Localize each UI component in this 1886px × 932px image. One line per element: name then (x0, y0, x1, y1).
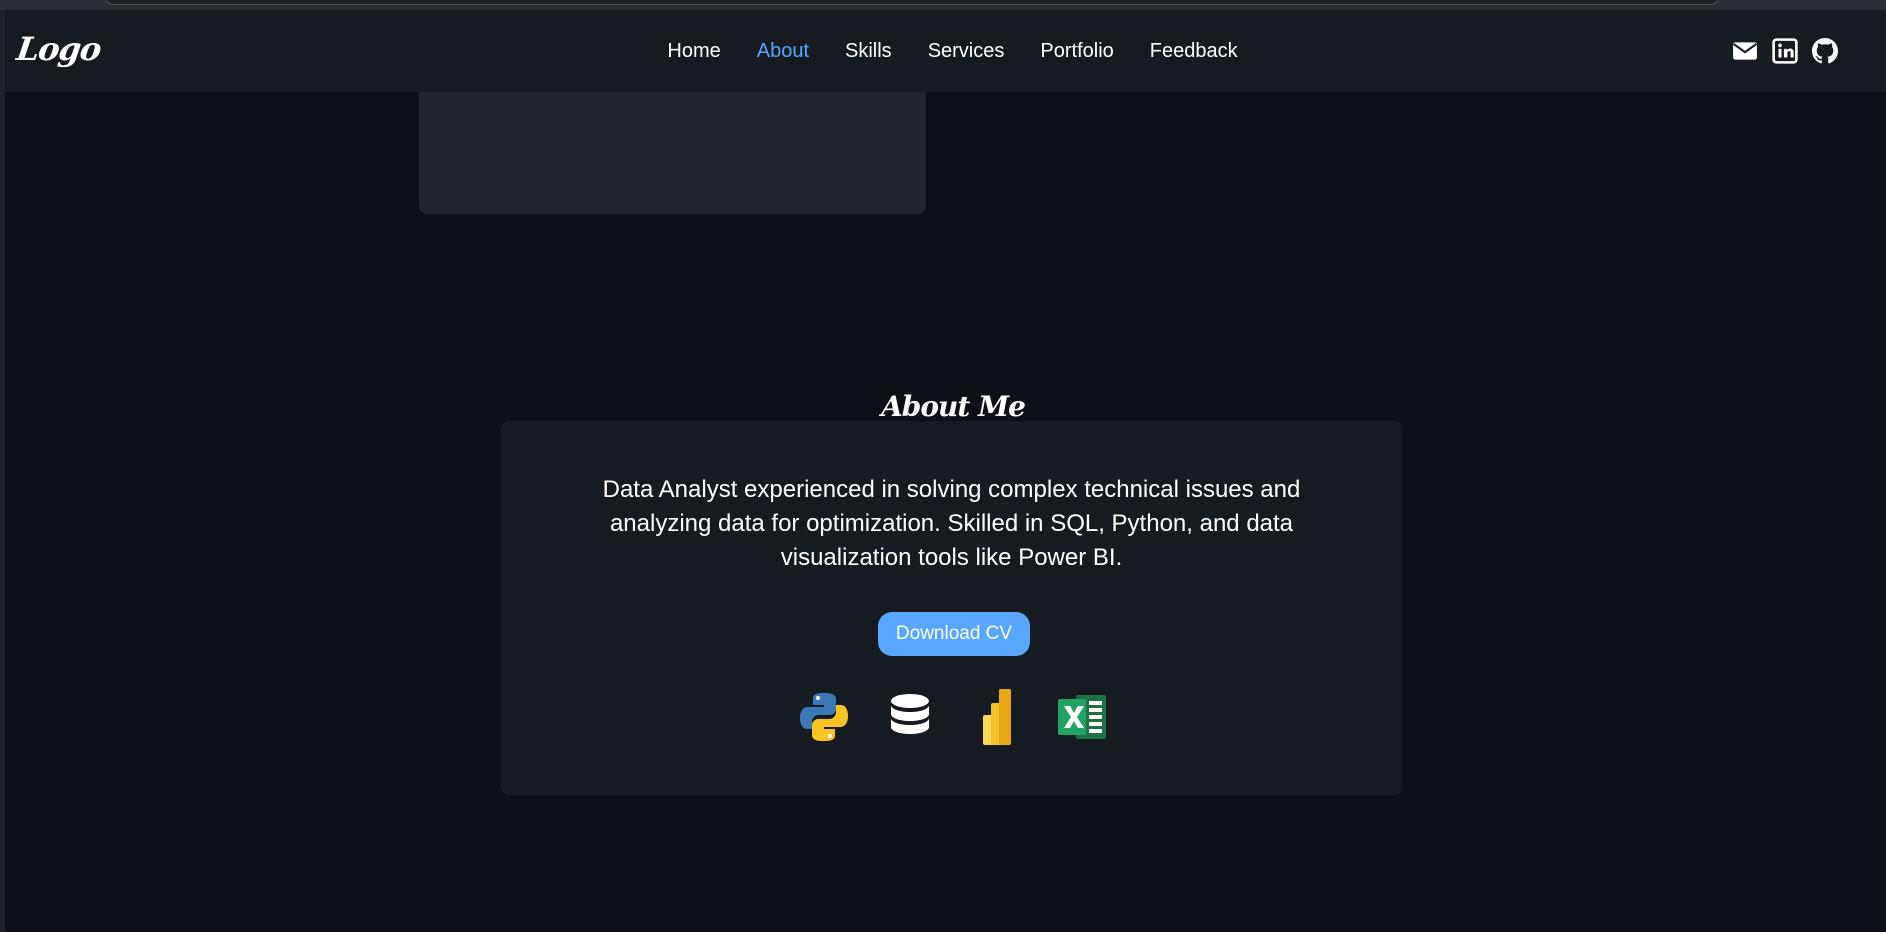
social-links (1732, 38, 1838, 64)
database-icon (890, 694, 929, 734)
browser-frame: Logo Home About Skills Services Portfoli… (0, 0, 1886, 932)
github-icon[interactable] (1812, 38, 1838, 64)
about-card: Data Analyst experienced in solving comp… (501, 421, 1402, 795)
envelope-icon[interactable] (1732, 38, 1758, 64)
python-icon (799, 693, 848, 741)
download-cv-button[interactable]: Download CV (878, 612, 1030, 656)
linkedin-icon[interactable] (1772, 38, 1798, 64)
page: Logo Home About Skills Services Portfoli… (5, 10, 1886, 932)
nav-link-skills[interactable]: Skills (845, 40, 892, 63)
about-title: About Me (881, 390, 1026, 423)
power-bi-icon (982, 689, 1011, 745)
nav-links: Home About Skills Services Portfolio Fee… (5, 10, 1886, 92)
about-description: Data Analyst experienced in solving comp… (602, 476, 1301, 571)
navbar: Logo Home About Skills Services Portfoli… (5, 10, 1886, 92)
tools-row (501, 687, 1402, 747)
previous-section-card (419, 92, 926, 214)
nav-link-home[interactable]: Home (667, 40, 720, 63)
excel-icon (1057, 695, 1106, 739)
nav-link-services[interactable]: Services (928, 40, 1005, 63)
nav-link-about[interactable]: About (757, 40, 809, 63)
browser-address-bar-edge (104, 0, 1720, 5)
browser-top-strip (0, 0, 1886, 10)
nav-link-portfolio[interactable]: Portfolio (1040, 40, 1113, 63)
nav-link-feedback[interactable]: Feedback (1150, 40, 1238, 63)
